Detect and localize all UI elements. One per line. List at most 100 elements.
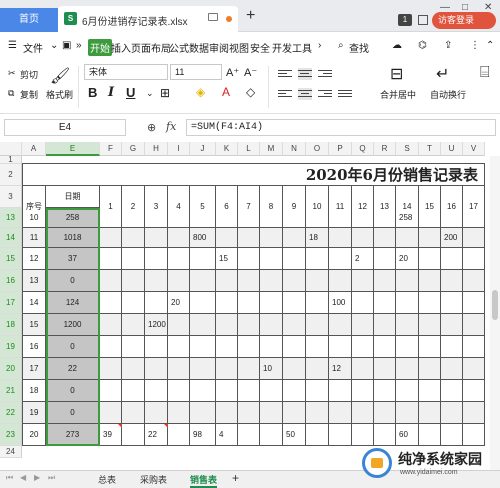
cell-seq[interactable]: 12 [22,248,46,270]
home-tab[interactable]: 首页 [0,8,58,32]
cell-day-value[interactable] [190,270,216,292]
cell-day-value[interactable] [283,380,306,402]
cell-seq[interactable]: 16 [22,336,46,358]
cell-day-value[interactable] [306,358,329,380]
cell-name-box[interactable]: E4 [4,119,126,136]
cell-sales-qty[interactable]: 0 [46,270,100,292]
cell-day-value[interactable] [352,314,374,336]
cell-day-value[interactable] [283,292,306,314]
cell-sales-qty[interactable]: 0 [46,402,100,424]
cell-day-value[interactable] [396,292,419,314]
cell-day-value[interactable] [122,314,145,336]
cell-day-value[interactable] [260,270,283,292]
cell-day-value[interactable] [329,336,352,358]
cell-day-value[interactable] [260,336,283,358]
cell-day-value[interactable] [168,314,190,336]
borders-icon[interactable]: ⊞ [160,86,170,100]
cell-day-value[interactable] [283,208,306,228]
cell-day-value[interactable]: 2 [352,248,374,270]
align-middle-icon[interactable] [298,68,312,80]
cell-day-value[interactable] [441,270,463,292]
comment-indicator-icon[interactable] [118,424,122,428]
cut-button[interactable]: 剪切 [20,68,38,81]
cell-day-value[interactable]: 4 [216,424,238,446]
cell-seq[interactable]: 11 [22,228,46,248]
menu-file[interactable]: 文件 [23,40,43,55]
function-icon[interactable]: fx [166,120,176,133]
cell-day-value[interactable] [260,228,283,248]
select-all-corner[interactable] [0,142,22,156]
column-header[interactable]: L [238,142,260,156]
column-header[interactable]: G [122,142,145,156]
column-header[interactable]: N [283,142,306,156]
align-bottom-icon[interactable] [318,68,332,80]
distributed-align-icon[interactable] [338,88,352,100]
cell-day-value[interactable]: 1200 [145,314,168,336]
cell-day-value[interactable] [216,314,238,336]
cell-sales-qty[interactable]: 1018 [46,228,100,248]
cell-day-value[interactable] [168,424,190,446]
next-sheet-icon[interactable]: ▶ [34,473,40,482]
cell-day-value[interactable] [216,402,238,424]
cell-day-value[interactable] [352,208,374,228]
cell-day-value[interactable] [122,358,145,380]
comment-indicator-icon[interactable] [164,424,168,428]
cell-day-value[interactable] [396,402,419,424]
copy-icon[interactable]: ⧉ [8,88,14,99]
cell-day-value[interactable] [419,358,441,380]
row-header[interactable]: 13 [0,208,22,228]
cell-day-value[interactable] [441,402,463,424]
cell-day-value[interactable] [419,248,441,270]
cell-day-value[interactable] [329,402,352,424]
column-header[interactable]: K [216,142,238,156]
cell-day-value[interactable] [260,402,283,424]
maximize-icon[interactable]: □ [462,2,468,13]
row-header[interactable]: 2 [0,164,22,186]
underline-button[interactable]: U [126,85,135,100]
cell-day-value[interactable] [463,248,485,270]
cell-day-value[interactable] [463,228,485,248]
collapse-ribbon-icon[interactable]: ⌃ [486,40,494,51]
cell-day-value[interactable] [396,380,419,402]
cell-day-value[interactable] [168,402,190,424]
cell-day-value[interactable] [260,208,283,228]
cell-day-value[interactable] [306,208,329,228]
cell-sales-qty[interactable]: 124 [46,292,100,314]
cell-day-value[interactable] [396,270,419,292]
row-header[interactable]: 23 [0,424,22,446]
column-header[interactable]: J [190,142,216,156]
decrease-font-icon[interactable]: A⁻ [244,66,257,79]
cell-day-value[interactable]: 18 [306,228,329,248]
cell-day-value[interactable] [283,270,306,292]
cell-day-value[interactable] [283,358,306,380]
sheet-title[interactable]: 2020年6月份销售记录表 [22,164,485,186]
search-label[interactable]: 查找 [349,40,369,55]
cell-day-value[interactable] [463,402,485,424]
document-tab[interactable]: S 6月份进销存记录表.xlsx [58,6,238,32]
cell-day-value[interactable] [216,228,238,248]
row-header[interactable]: 21 [0,380,22,402]
column-header[interactable]: M [260,142,283,156]
menu-review[interactable]: 审阅 [209,40,229,55]
cell-sales-qty[interactable]: 0 [46,336,100,358]
hamburger-icon[interactable]: ☰ [8,40,17,51]
cell-day-value[interactable] [145,336,168,358]
cell-day-value[interactable] [122,208,145,228]
chevron-down-icon[interactable]: ⌄ [146,88,154,99]
row-header[interactable]: 24 [0,446,22,458]
row-header[interactable]: 15 [0,248,22,270]
cell-day-value[interactable] [100,336,122,358]
cell-day-value[interactable] [168,248,190,270]
close-icon[interactable]: ✕ [484,2,492,13]
cell-day-value[interactable] [100,248,122,270]
cell-day-value[interactable] [260,424,283,446]
cell-day-value[interactable] [463,336,485,358]
cell-day-value[interactable] [329,314,352,336]
cell-day-value[interactable] [463,270,485,292]
menu-home[interactable]: 开始 [88,39,112,56]
layout-icon[interactable] [418,15,428,25]
cell-day-value[interactable] [216,336,238,358]
row-header[interactable]: 22 [0,402,22,424]
cell-day-value[interactable] [374,292,396,314]
cell-day-value[interactable] [463,358,485,380]
